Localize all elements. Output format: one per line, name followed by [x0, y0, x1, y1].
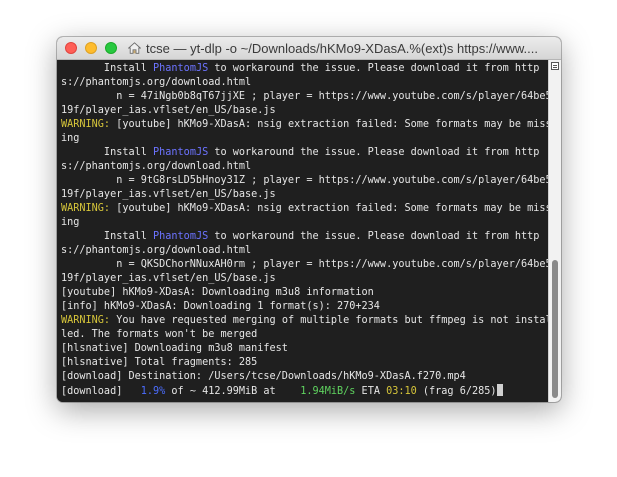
warning-line: WARNING: You have requested merging of m… — [61, 315, 549, 326]
text-cursor — [496, 384, 503, 396]
phantomjs-link: PhantomJS — [153, 231, 209, 242]
window-title: tcse — yt-dlp -o ~/Downloads/hKMo9-XDasA… — [146, 40, 538, 56]
phantomjs-link: PhantomJS — [153, 147, 209, 158]
output-line: 19f/player_ias.vflset/en_US/base.js — [61, 273, 276, 284]
output-line: ing — [61, 217, 80, 228]
warning-label: WARNING: — [61, 203, 111, 214]
output-line: s://phantomjs.org/download.html — [61, 161, 252, 172]
output-line: n = 9tG8rsLD5bHnoy31Z ; player = https:/… — [61, 175, 549, 186]
window-controls — [65, 42, 117, 54]
scrollbar-thumb[interactable] — [552, 260, 558, 398]
download-progress-line: [download] 1.9% of ~ 412.99MiB at 1.94Mi… — [61, 384, 549, 398]
output-line: Install PhantomJS to workaround the issu… — [61, 147, 540, 158]
warning-label: WARNING: — [61, 119, 111, 130]
home-folder-icon — [128, 42, 142, 54]
scrollback-menu-icon[interactable] — [551, 62, 559, 70]
output-line: s://phantomjs.org/download.html — [61, 77, 252, 88]
output-line: n = 47iNgb0b8qT67jjXE ; player = https:/… — [61, 91, 549, 102]
progress-percent: 1.9% — [140, 386, 166, 397]
output-line: 19f/player_ias.vflset/en_US/base.js — [61, 189, 276, 200]
warning-line: WARNING: [youtube] hKMo9-XDasA: nsig ext… — [61, 119, 549, 130]
phantomjs-link: PhantomJS — [153, 63, 209, 74]
output-line: s://phantomjs.org/download.html — [61, 245, 252, 256]
output-line: Install PhantomJS to workaround the issu… — [61, 231, 540, 242]
title-bar[interactable]: tcse — yt-dlp -o ~/Downloads/hKMo9-XDasA… — [57, 37, 561, 60]
eta-value: 03:10 — [386, 386, 417, 397]
output-line: [hlsnative] Total fragments: 285 — [61, 357, 258, 368]
output-line: ing — [61, 133, 80, 144]
output-line: Install PhantomJS to workaround the issu… — [61, 63, 540, 74]
output-line: [youtube] hKMo9-XDasA: Downloading m3u8 … — [61, 287, 374, 298]
zoom-button[interactable] — [105, 42, 117, 54]
warning-line: WARNING: [youtube] hKMo9-XDasA: nsig ext… — [61, 203, 549, 214]
output-line: [info] hKMo9-XDasA: Downloading 1 format… — [61, 301, 380, 312]
output-line: [download] Destination: /Users/tcse/Down… — [61, 371, 466, 382]
output-line: n = QKSDChorNNuxAH0rm ; player = https:/… — [61, 259, 549, 270]
terminal-window: tcse — yt-dlp -o ~/Downloads/hKMo9-XDasA… — [57, 37, 561, 402]
window-title-area: tcse — yt-dlp -o ~/Downloads/hKMo9-XDasA… — [117, 41, 549, 56]
terminal-output[interactable]: Install PhantomJS to workaround the issu… — [57, 60, 549, 402]
download-speed: 1.94MiB/s — [300, 386, 356, 397]
minimize-button[interactable] — [85, 42, 97, 54]
output-line: [hlsnative] Downloading m3u8 manifest — [61, 343, 288, 354]
output-line: 19f/player_ias.vflset/en_US/base.js — [61, 105, 276, 116]
output-line: led. The formats won't be merged — [61, 329, 258, 340]
warning-label: WARNING: — [61, 315, 111, 326]
scrollbar[interactable] — [548, 60, 561, 402]
close-button[interactable] — [65, 42, 77, 54]
